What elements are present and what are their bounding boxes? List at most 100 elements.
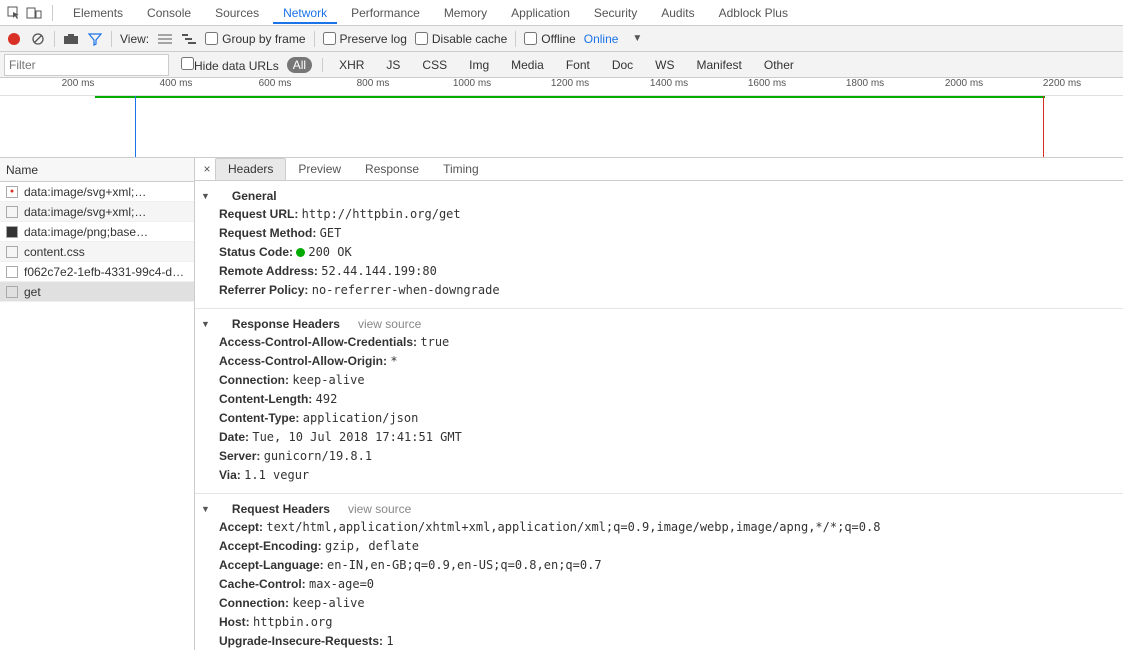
tab-audits[interactable]: Audits — [651, 2, 704, 24]
header-row: Via: 1.1 vegur — [195, 466, 1123, 485]
tab-application[interactable]: Application — [501, 2, 580, 24]
filter-input[interactable] — [4, 54, 169, 76]
section-label: Request Headers — [232, 502, 330, 516]
request-row[interactable]: f062c7e2-1efb-4331-99c4-d8… — [0, 262, 194, 282]
section-label: Response Headers — [232, 317, 340, 331]
header-row: Remote Address: 52.44.144.199:80 — [195, 262, 1123, 281]
timeline-ruler[interactable]: 200 ms 400 ms 600 ms 800 ms 1000 ms 1200… — [0, 78, 1123, 96]
resource-icon — [6, 226, 18, 238]
tab-adblock-plus[interactable]: Adblock Plus — [709, 2, 798, 24]
tab-elements[interactable]: Elements — [63, 2, 133, 24]
header-value: 52.44.144.199:80 — [321, 264, 437, 278]
throttle-select[interactable]: Online — [584, 32, 619, 46]
type-all[interactable]: All — [287, 57, 312, 73]
type-ws[interactable]: WS — [649, 57, 680, 73]
close-icon[interactable]: × — [199, 162, 215, 176]
request-row[interactable]: ● data:image/svg+xml;… — [0, 182, 194, 202]
request-row[interactable]: content.css — [0, 242, 194, 262]
hide-data-urls-checkbox[interactable]: Hide data URLs — [181, 57, 279, 73]
header-value: gunicorn/19.8.1 — [264, 449, 372, 463]
header-row: Access-Control-Allow-Credentials: true — [195, 333, 1123, 352]
header-key: Access-Control-Allow-Credentials: — [219, 335, 420, 349]
tick-label: 2200 ms — [1043, 78, 1081, 89]
header-value: http://httpbin.org/get — [302, 207, 461, 221]
type-other[interactable]: Other — [758, 57, 800, 73]
tab-console[interactable]: Console — [137, 2, 201, 24]
tick-label: 1800 ms — [846, 78, 884, 89]
tick-label: 1200 ms — [551, 78, 589, 89]
main-pane: Name ● data:image/svg+xml;… data:image/sv… — [0, 158, 1123, 650]
load-line — [1043, 96, 1044, 157]
view-label: View: — [120, 32, 149, 46]
detail-tab-preview[interactable]: Preview — [286, 159, 353, 179]
request-row[interactable]: data:image/svg+xml;… — [0, 202, 194, 222]
tab-network[interactable]: Network — [273, 2, 337, 24]
tick-label: 400 ms — [160, 78, 193, 89]
tick-label: 1000 ms — [453, 78, 491, 89]
type-img[interactable]: Img — [463, 57, 495, 73]
header-value: httpbin.org — [253, 615, 332, 629]
header-key: Remote Address: — [219, 264, 321, 278]
offline-checkbox[interactable]: Offline — [524, 32, 575, 46]
request-name: data:image/svg+xml;… — [24, 185, 146, 199]
request-headers-toggle[interactable]: ▼Request Headersview source — [195, 500, 1123, 518]
header-key: Accept: — [219, 520, 266, 534]
preserve-log-checkbox[interactable]: Preserve log — [323, 32, 407, 46]
offline-label: Offline — [541, 32, 575, 46]
resource-icon: ● — [6, 186, 18, 198]
device-toggle-icon[interactable] — [26, 5, 42, 21]
header-key: Upgrade-Insecure-Requests: — [219, 634, 386, 648]
header-value: no-referrer-when-downgrade — [312, 283, 500, 297]
detail-tab-headers[interactable]: Headers — [215, 158, 286, 180]
detail-tab-timing[interactable]: Timing — [431, 159, 491, 179]
record-button[interactable] — [6, 31, 22, 47]
type-doc[interactable]: Doc — [606, 57, 639, 73]
view-list-icon[interactable] — [157, 31, 173, 47]
group-by-frame-checkbox[interactable]: Group by frame — [205, 32, 305, 46]
capture-screenshot-icon[interactable] — [63, 31, 79, 47]
view-source-link[interactable]: view source — [348, 502, 411, 516]
request-row[interactable]: get — [0, 282, 194, 302]
type-css[interactable]: CSS — [416, 57, 453, 73]
header-row: Accept-Language: en-IN,en-GB;q=0.9,en-US… — [195, 556, 1123, 575]
request-list: Name ● data:image/svg+xml;… data:image/sv… — [0, 158, 195, 650]
disable-cache-checkbox[interactable]: Disable cache — [415, 32, 507, 46]
separator — [314, 31, 315, 47]
inspect-icon[interactable] — [6, 5, 22, 21]
detail-tab-response[interactable]: Response — [353, 159, 431, 179]
view-source-link[interactable]: view source — [358, 317, 421, 331]
response-headers-toggle[interactable]: ▼Response Headersview source — [195, 315, 1123, 333]
header-key: Host: — [219, 615, 253, 629]
header-value: 1.1 vegur — [244, 468, 309, 482]
tab-security[interactable]: Security — [584, 2, 647, 24]
type-font[interactable]: Font — [560, 57, 596, 73]
type-manifest[interactable]: Manifest — [691, 57, 748, 73]
column-header-name[interactable]: Name — [0, 158, 194, 182]
tick-label: 600 ms — [259, 78, 292, 89]
response-headers-section: ▼Response Headersview source Access-Cont… — [195, 309, 1123, 494]
request-name: data:image/png;base… — [24, 225, 148, 239]
header-value: 1 — [386, 634, 393, 648]
request-name: data:image/svg+xml;… — [24, 205, 146, 219]
view-waterfall-icon[interactable] — [181, 31, 197, 47]
type-js[interactable]: JS — [380, 57, 406, 73]
header-row: Connection: keep-alive — [195, 371, 1123, 390]
chevron-down-icon[interactable]: ▼ — [632, 33, 642, 44]
general-toggle[interactable]: ▼General — [195, 187, 1123, 205]
header-value: * — [390, 354, 397, 368]
timeline-overview[interactable] — [0, 96, 1123, 158]
tab-sources[interactable]: Sources — [205, 2, 269, 24]
tab-memory[interactable]: Memory — [434, 2, 497, 24]
header-value: Tue, 10 Jul 2018 17:41:51 GMT — [252, 430, 462, 444]
resource-icon — [6, 266, 18, 278]
resource-type-group: All XHR JS CSS Img Media Font Doc WS Man… — [287, 57, 800, 73]
type-media[interactable]: Media — [505, 57, 550, 73]
tick-label: 1600 ms — [748, 78, 786, 89]
tab-performance[interactable]: Performance — [341, 2, 430, 24]
type-xhr[interactable]: XHR — [333, 57, 370, 73]
resource-icon — [6, 246, 18, 258]
filter-icon[interactable] — [87, 31, 103, 47]
header-value: 200 OK — [308, 245, 351, 259]
request-row[interactable]: data:image/png;base… — [0, 222, 194, 242]
clear-button[interactable] — [30, 31, 46, 47]
